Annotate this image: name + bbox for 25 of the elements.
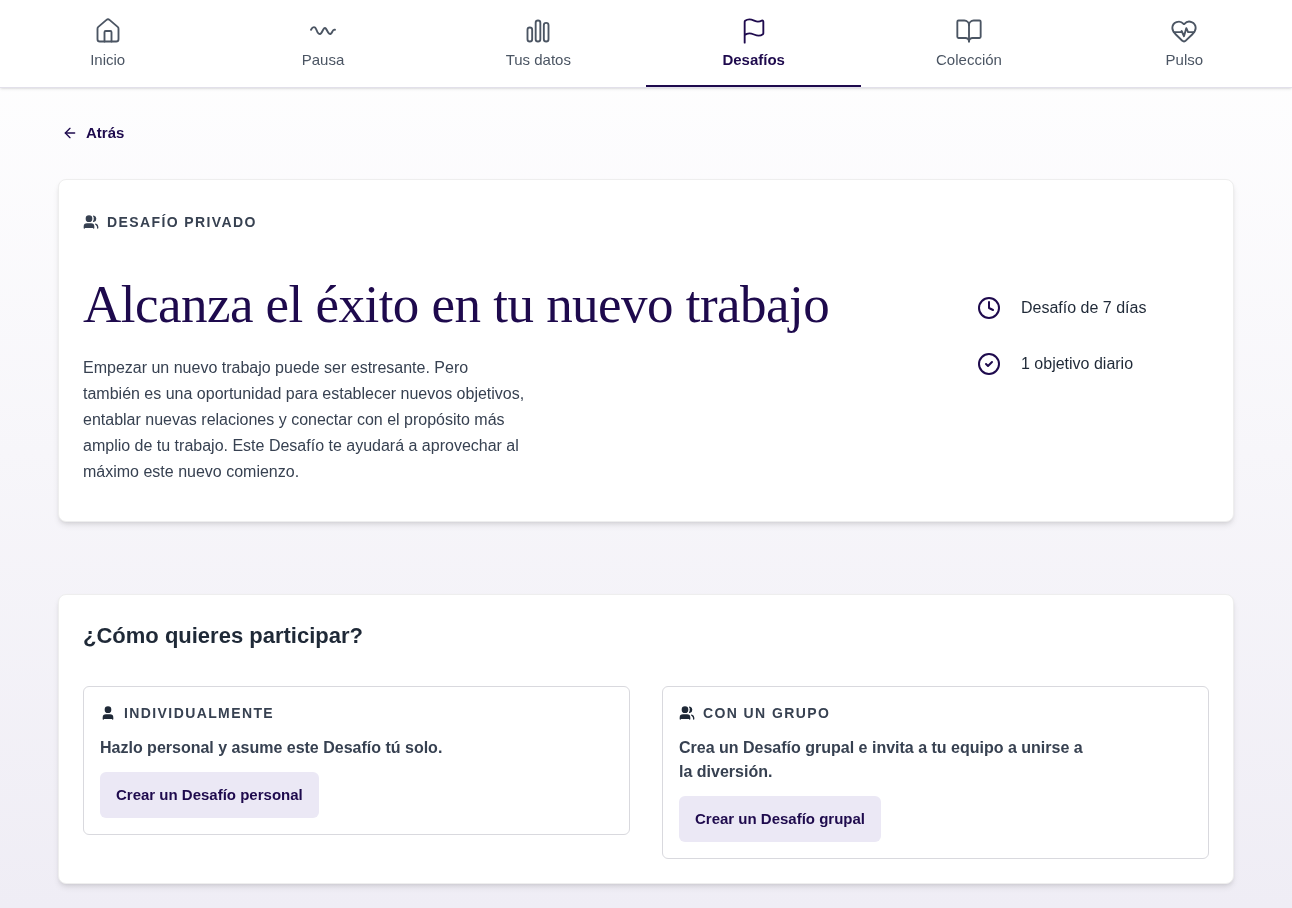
challenge-title: Alcanza el éxito en tu nuevo trabajo (83, 273, 831, 335)
option-description: Crea un Desafío grupal e invita a tu equipo a unirse a la diversión. (679, 737, 1084, 782)
nav-tab[interactable]: Pulso (1076, 0, 1292, 87)
group-icon (83, 214, 99, 230)
challenge-fact: 1 objetivo diario (1021, 353, 1134, 374)
wave-icon (309, 25, 337, 38)
group-icon (679, 705, 695, 722)
nav-tab[interactable]: Tus datos (430, 0, 646, 87)
participation-heading: ¿Cómo quieres participar? (83, 621, 364, 650)
option-label: CON UN GRUPO (703, 703, 831, 723)
back-link[interactable]: Atrás (62, 122, 125, 145)
create-challenge-button[interactable]: Crear un Desafío personal (100, 771, 319, 819)
person-icon (100, 705, 116, 722)
challenge-fact: Desafío de 7 días (1021, 297, 1147, 318)
option-label: INDIVIDUALMENTE (124, 703, 275, 723)
create-challenge-button[interactable]: Crear un Desafío grupal (679, 795, 882, 843)
nav-tab[interactable]: Pausa (215, 0, 431, 87)
challenge-description: Empezar un nuevo trabajo puede ser estresante. Pero también es una oportunidad para establecer nuevos objetivos, entablar nuevas relaciones y conectar con el propósito más amplio de tu trabajo. Este Desafío te ayudará a aprovechar al máximo este nuevo comienzo. (83, 357, 526, 482)
option-description: Hazlo personal y asume este Desafío tú solo. (100, 737, 444, 758)
clock-icon (977, 295, 1001, 320)
nav-tab[interactable]: Desafíos (646, 0, 862, 87)
challenge-tag: DESAFÍO PRIVADO (107, 211, 257, 233)
nav-tab[interactable]: Colección (861, 0, 1077, 87)
nav-tab[interactable]: Inicio (0, 0, 216, 87)
check-circle-icon (977, 351, 1001, 376)
